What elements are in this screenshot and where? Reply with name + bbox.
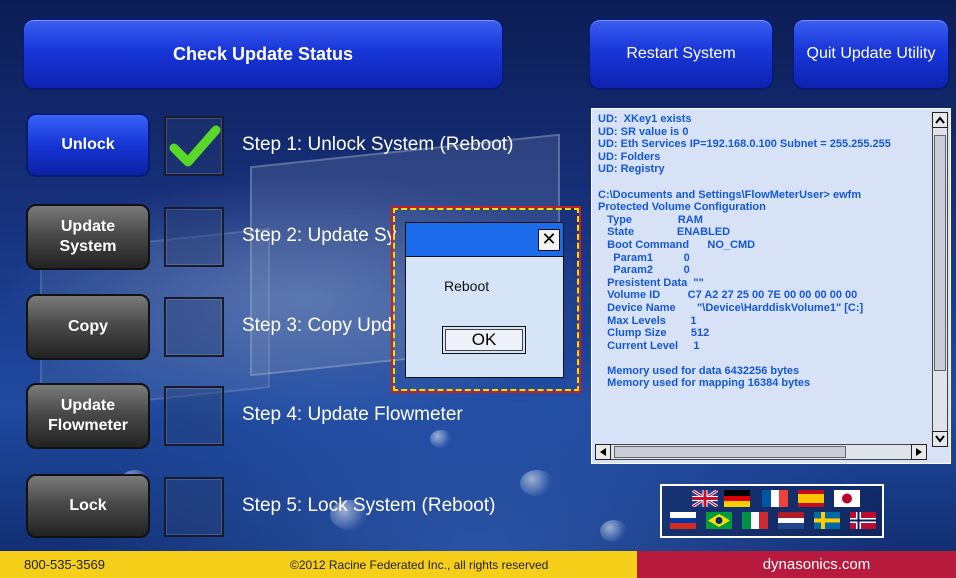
step-2-label: Step 2: Update Sy xyxy=(242,225,397,246)
log-line: Type RAM xyxy=(598,213,703,226)
chevron-down-icon xyxy=(935,435,945,443)
log-line: Clump Size 512 xyxy=(598,327,710,340)
log-line: State ENABLED xyxy=(598,226,731,239)
flag-uk-icon[interactable] xyxy=(692,490,718,507)
dialog-title-bar[interactable]: ✕ xyxy=(406,223,563,257)
close-icon[interactable]: ✕ xyxy=(538,229,560,251)
log-line: Boot Command NO_CMD xyxy=(598,238,756,251)
water-drop xyxy=(600,520,628,542)
phone-number: 800-535-3569 xyxy=(24,557,105,572)
step-5-button[interactable]: Lock xyxy=(26,474,150,538)
vertical-scroll-thumb[interactable] xyxy=(934,135,946,371)
log-line: C:\Documents and Settings\FlowMeterUser>… xyxy=(598,188,862,201)
log-line: UD: XKey1 exists xyxy=(598,113,692,125)
log-line: Param2 0 xyxy=(598,264,690,277)
step-5-checkbox xyxy=(164,477,224,537)
chevron-left-icon xyxy=(600,448,606,456)
flag-germany-icon[interactable] xyxy=(724,490,750,507)
step-2-button[interactable]: Update System xyxy=(26,204,150,270)
flag-netherlands-icon[interactable] xyxy=(778,512,804,529)
restart-system-button[interactable]: Restart System xyxy=(588,18,774,90)
language-flags xyxy=(660,484,884,538)
chevron-right-icon xyxy=(916,448,922,456)
footer: 800-535-3569 ©2012 Racine Federated Inc.… xyxy=(0,551,956,578)
check-update-status-button[interactable]: Check Update Status xyxy=(22,18,504,90)
flag-france-icon[interactable] xyxy=(762,490,788,507)
flag-norway-icon[interactable] xyxy=(850,512,876,529)
flag-japan-icon[interactable] xyxy=(834,490,860,507)
log-line: Protected Volume Configuration xyxy=(598,201,766,214)
copyright-text: ©2012 Racine Federated Inc., all rights … xyxy=(290,557,549,572)
step-4-button[interactable]: Update Flowmeter xyxy=(26,383,150,449)
log-line: Param1 0 xyxy=(598,251,690,264)
reboot-dialog: ✕ Reboot OK xyxy=(405,222,564,378)
quit-update-utility-button[interactable]: Quit Update Utility xyxy=(792,18,950,90)
website-link[interactable]: dynasonics.com xyxy=(637,551,956,578)
horizontal-scroll-thumb[interactable] xyxy=(614,446,846,458)
flag-sweden-icon[interactable] xyxy=(814,512,840,529)
checkmark-icon xyxy=(169,125,221,167)
scroll-right-button[interactable] xyxy=(911,444,927,460)
update-utility-screen: Check Update Status Restart System Quit … xyxy=(0,0,956,578)
step-3-label: Step 3: Copy Upd xyxy=(242,315,392,336)
step-5-label: Step 5: Lock System (Reboot) xyxy=(242,495,496,516)
step-4-checkbox xyxy=(164,386,224,446)
step-3-checkbox xyxy=(164,297,224,357)
flag-brazil-icon[interactable] xyxy=(706,512,732,529)
water-drop xyxy=(520,470,554,496)
log-line: Max Levels 1 xyxy=(598,314,697,327)
step-3-button[interactable]: Copy xyxy=(26,294,150,360)
step-2-checkbox xyxy=(164,207,224,267)
log-line: Current Level 1 xyxy=(598,339,700,352)
scroll-left-button[interactable] xyxy=(595,444,611,460)
log-line: Memory used for mapping 16384 bytes xyxy=(598,377,811,390)
step-1-label: Step 1: Unlock System (Reboot) xyxy=(242,134,514,155)
scroll-up-button[interactable] xyxy=(932,112,948,128)
log-line: UD: Registry xyxy=(598,163,665,176)
log-line: UD: Eth Services IP=192.168.0.100 Subnet… xyxy=(598,138,891,151)
flag-spain-icon[interactable] xyxy=(798,490,824,507)
log-line: UD: Folders xyxy=(598,150,661,163)
flag-russia-icon[interactable] xyxy=(670,512,696,529)
water-drop xyxy=(430,430,452,448)
step-1-checkbox xyxy=(164,116,224,176)
scroll-down-button[interactable] xyxy=(932,431,948,447)
chevron-up-icon xyxy=(935,116,945,124)
log-line: Presistent Data "" xyxy=(598,276,704,289)
dialog-message: Reboot xyxy=(444,278,490,294)
flag-italy-icon[interactable] xyxy=(742,512,768,529)
log-panel[interactable]: UD: XKey1 exists UD: SR value is 0 UD: Eth… xyxy=(591,108,951,464)
log-line: Volume ID C7 A2 27 25 00 7E 00 00 00 00 … xyxy=(598,289,858,302)
vertical-scrollbar[interactable] xyxy=(932,112,948,447)
ok-button[interactable]: OK xyxy=(442,326,526,354)
horizontal-scrollbar[interactable] xyxy=(595,444,927,460)
log-line: Device Name "\Device\HarddiskVolume1" [C… xyxy=(598,301,864,314)
log-text: UD: XKey1 exists UD: SR value is 0 UD: Eth… xyxy=(598,113,930,443)
log-line: UD: SR value is 0 xyxy=(598,125,689,138)
step-1-button[interactable]: Unlock xyxy=(26,113,150,177)
footer-left: 800-535-3569 ©2012 Racine Federated Inc.… xyxy=(0,551,637,578)
step-4-label: Step 4: Update Flowmeter xyxy=(242,404,463,425)
log-line: Memory used for data 6432256 bytes xyxy=(598,364,800,377)
